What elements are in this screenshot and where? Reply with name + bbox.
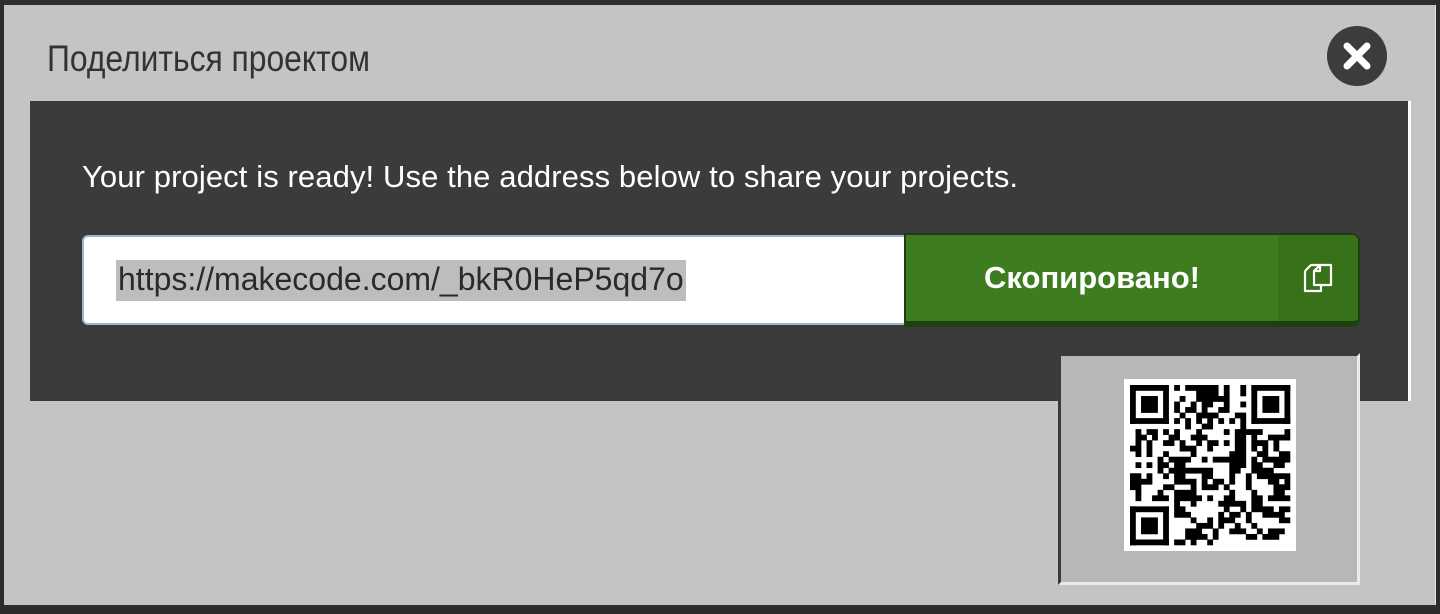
qr-code — [1124, 379, 1296, 551]
share-dialog: Поделиться проектом Your project is read… — [4, 5, 1436, 605]
copy-icon-area[interactable] — [1278, 235, 1358, 321]
qr-code-icon — [1130, 385, 1291, 546]
dialog-title: Поделиться проектом — [47, 38, 370, 79]
copy-button[interactable]: Скопировано! — [904, 233, 1360, 327]
copy-icon — [1303, 263, 1333, 293]
share-message: Your project is ready! Use the address b… — [82, 159, 1019, 194]
share-url-field[interactable]: https://makecode.com/_bkR0HeP5qd7o — [82, 235, 908, 325]
close-icon — [1343, 42, 1371, 70]
qr-panel — [1058, 353, 1360, 585]
share-url-text[interactable]: https://makecode.com/_bkR0HeP5qd7o — [116, 259, 686, 301]
copy-button-label: Скопировано! — [984, 260, 1200, 295]
close-button[interactable] — [1327, 26, 1387, 86]
